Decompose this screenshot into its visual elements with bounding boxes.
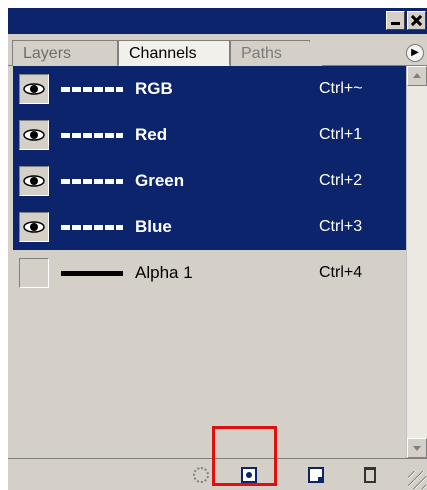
minimize-icon[interactable]: [386, 11, 405, 30]
tab-layers[interactable]: Layers: [12, 40, 118, 66]
channel-name: Green: [135, 171, 185, 190]
eye-icon: [23, 221, 45, 233]
scroll-down-icon[interactable]: [407, 438, 427, 458]
channel-thumbnail: [61, 271, 123, 276]
channel-name: RGB: [135, 79, 173, 98]
channel-shortcut: Ctrl+2: [319, 172, 363, 189]
channel-thumbnail: [61, 133, 123, 138]
eye-icon: [23, 129, 45, 141]
channel-list: RGB Ctrl+~ Red Ctrl+1 Green Ctrl+2 Blue …: [13, 66, 406, 458]
channel-shortcut: Ctrl+1: [319, 126, 363, 143]
channel-thumbnail: [61, 179, 123, 184]
channel-shortcut: Ctrl+3: [319, 218, 363, 235]
vertical-scrollbar[interactable]: [406, 66, 427, 458]
channel-name: Blue: [135, 217, 172, 236]
channel-row-green[interactable]: Green Ctrl+2: [13, 158, 406, 204]
panel-title-bar[interactable]: [8, 8, 427, 34]
channel-row-red[interactable]: Red Ctrl+1: [13, 112, 406, 158]
visibility-toggle[interactable]: [19, 120, 49, 150]
highlight-box: [212, 426, 277, 486]
close-icon[interactable]: [407, 11, 426, 30]
visibility-toggle[interactable]: [19, 212, 49, 242]
channel-row-alpha-1[interactable]: Alpha 1 Ctrl+4: [13, 250, 406, 296]
tab-paths[interactable]: Paths: [230, 40, 323, 67]
eye-icon: [23, 175, 45, 187]
visibility-toggle[interactable]: [19, 166, 49, 196]
channel-shortcut: Ctrl+4: [319, 264, 363, 281]
channel-name: Red: [135, 125, 168, 144]
channel-row-rgb[interactable]: RGB Ctrl+~: [13, 66, 406, 112]
channel-name: Alpha 1: [135, 263, 193, 282]
visibility-toggle[interactable]: [19, 258, 49, 288]
channel-thumbnail: [61, 225, 123, 230]
channels-panel: Layers Channels Paths ▶ RGB Ctrl+~ Red C…: [8, 8, 427, 490]
eye-icon: [23, 83, 45, 95]
scroll-up-icon[interactable]: [407, 66, 427, 86]
channel-shortcut: Ctrl+~: [319, 80, 363, 97]
visibility-toggle[interactable]: [19, 74, 49, 104]
tab-channels[interactable]: Channels: [118, 40, 230, 66]
channel-thumbnail: [61, 87, 123, 92]
load-selection-icon[interactable]: [193, 467, 209, 483]
panel-menu-icon[interactable]: ▶: [406, 44, 424, 62]
resize-grip-icon[interactable]: [408, 471, 426, 489]
tab-bar: Layers Channels Paths ▶: [8, 34, 427, 67]
channel-row-blue[interactable]: Blue Ctrl+3: [13, 204, 406, 250]
delete-channel-icon[interactable]: [364, 467, 376, 483]
new-channel-icon[interactable]: [308, 467, 324, 483]
